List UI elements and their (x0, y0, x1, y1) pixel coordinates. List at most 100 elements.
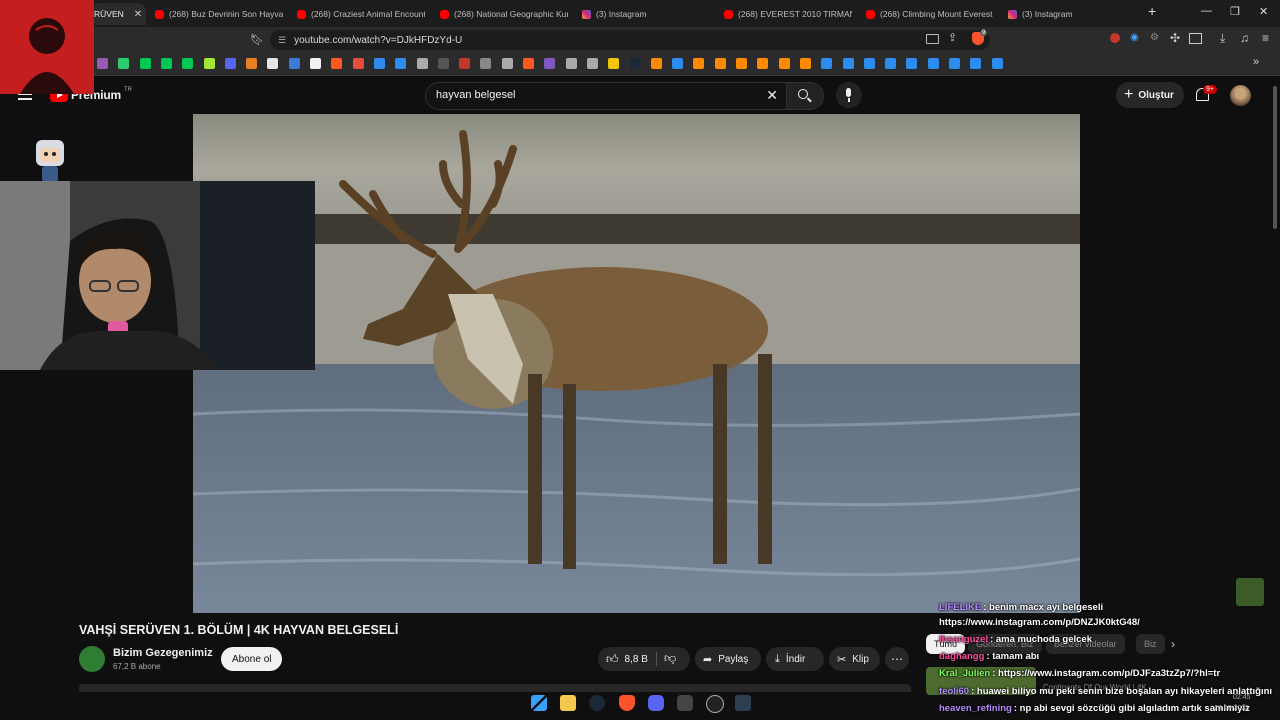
create-button[interactable]: + Oluştur (1116, 82, 1184, 108)
bookmark-favicon-icon[interactable] (906, 58, 918, 69)
bookmark-favicon-icon[interactable] (544, 58, 556, 69)
more-actions-icon[interactable]: ⋯ (885, 647, 909, 671)
tab-instagram[interactable]: (3) Instagram (582, 3, 710, 25)
bookmark-favicon-icon[interactable] (224, 58, 236, 69)
bookmark-favicon-icon[interactable] (139, 58, 151, 69)
subscribe-button[interactable]: Abone ol (221, 647, 283, 671)
bookmark-favicon-icon[interactable] (267, 58, 279, 69)
start-button-icon[interactable] (531, 695, 547, 711)
bookmark-favicon-icon[interactable] (863, 58, 875, 69)
site-settings-icon[interactable]: ☰ (278, 35, 286, 46)
bookmark-favicon-icon[interactable] (842, 58, 854, 69)
tab-youtube[interactable]: (268) EVEREST 2010 TIRMANIŞ (724, 3, 852, 25)
bookmark-favicon-icon[interactable] (459, 58, 471, 69)
cast-icon[interactable] (926, 34, 939, 44)
clear-search-icon[interactable]: ✕ (766, 87, 778, 104)
bookmark-favicon-icon[interactable] (501, 58, 513, 69)
bookmark-favicon-icon[interactable] (714, 58, 726, 69)
bookmark-favicon-icon[interactable] (246, 58, 258, 69)
bookmark-favicon-icon[interactable] (885, 58, 897, 69)
ublock-icon[interactable] (1110, 33, 1120, 43)
clip-button[interactable]: ✂ Klip (829, 647, 880, 671)
file-explorer-icon[interactable] (560, 695, 576, 711)
close-tab-icon[interactable]: ✕ (134, 9, 142, 20)
bookmark-favicon-icon[interactable] (416, 58, 428, 69)
bookmark-favicon-icon[interactable] (331, 58, 343, 69)
clock-date[interactable]: 28.08.2025 (1214, 705, 1249, 712)
bookmark-favicon-icon[interactable] (203, 58, 215, 69)
bookmark-favicon-icon[interactable] (799, 58, 811, 69)
brave-icon[interactable] (619, 695, 635, 711)
tab-youtube[interactable]: (268) Craziest Animal Encounte (297, 3, 425, 25)
page-scrollbar-thumb[interactable] (1273, 86, 1277, 229)
bookmark-favicon-icon[interactable] (437, 58, 449, 69)
bookmark-favicon-icon[interactable] (352, 58, 364, 69)
extensions-puzzle-icon[interactable]: ✣ (1170, 31, 1180, 45)
close-window-icon[interactable]: ✕ (1259, 5, 1268, 18)
discord-icon[interactable] (648, 695, 664, 711)
maximize-icon[interactable]: ❐ (1230, 5, 1240, 18)
tab-youtube[interactable]: (268) National Geographic Kur (440, 3, 568, 25)
bookmark-favicon-icon[interactable] (608, 58, 620, 69)
translate-icon[interactable]: ◉ (1130, 32, 1139, 43)
bookmark-favicon-icon[interactable] (373, 58, 385, 69)
bookmark-favicon-icon[interactable] (395, 58, 407, 69)
bookmark-favicon-icon[interactable] (586, 58, 598, 69)
chip-more[interactable]: Biz (1136, 634, 1165, 654)
downloads-icon[interactable]: ⤓ (1220, 31, 1225, 46)
steam-icon[interactable] (589, 695, 605, 711)
chips-next-icon[interactable]: › (1171, 637, 1175, 651)
app-icon[interactable] (706, 695, 724, 713)
obs-icon[interactable] (677, 695, 693, 711)
bookmark-favicon-icon[interactable] (565, 58, 577, 69)
tab-instagram[interactable]: (3) Instagram (1008, 3, 1136, 25)
bookmark-favicon-icon[interactable] (480, 58, 492, 69)
bookmark-favicon-icon[interactable] (288, 58, 300, 69)
bookmark-favicon-icon[interactable] (970, 58, 982, 69)
tab-youtube[interactable]: (268) Buz Devrinin Son Hayvan (155, 3, 283, 25)
share-button[interactable]: ➦ Paylaş (695, 647, 761, 671)
menu-icon[interactable]: ≡ (1262, 31, 1269, 45)
bookmarks-overflow-icon[interactable]: » (1253, 56, 1259, 68)
bookmark-favicon-icon[interactable] (757, 58, 769, 69)
bookmark-favicon-icon[interactable] (821, 58, 833, 69)
channel-watermark[interactable] (1236, 578, 1264, 606)
voice-search-button[interactable] (836, 82, 862, 108)
bookmark-favicon-icon[interactable] (736, 58, 747, 69)
tab-active[interactable]: RÜVEN ✕ (92, 3, 146, 25)
media-icon[interactable]: ♫ (1240, 31, 1249, 45)
account-avatar[interactable] (1230, 85, 1251, 106)
bookmark-favicon-icon[interactable] (693, 58, 705, 69)
video-player[interactable] (193, 114, 1080, 613)
bookmark-favicon-icon[interactable] (629, 58, 641, 69)
bookmark-favicon-icon[interactable] (991, 58, 1003, 69)
dislike-icon[interactable]: 👎︎ (664, 651, 676, 666)
like-icon[interactable]: 👍︎ (606, 652, 619, 667)
bookmark-favicon-icon[interactable] (310, 58, 321, 69)
bookmark-favicon-icon[interactable] (118, 58, 130, 69)
share-icon[interactable]: ⇪ (948, 31, 957, 44)
minimize-icon[interactable]: — (1201, 5, 1212, 17)
bookmark-favicon-icon[interactable] (927, 58, 939, 69)
description-box[interactable] (79, 684, 911, 692)
channel-name[interactable]: Bizim Gezegenimiz (113, 647, 213, 659)
bookmark-favicon-icon[interactable] (160, 58, 172, 69)
app-icon[interactable] (735, 695, 751, 711)
tab-youtube[interactable]: (268) Climbing Mount Everest (866, 3, 994, 25)
bookmark-favicon-icon[interactable] (949, 58, 960, 69)
search-input[interactable]: hayvan belgesel ✕ (425, 82, 789, 110)
url-field[interactable]: ☰ youtube.com/watch?v=DJkHFDzYd-U (270, 30, 990, 50)
download-button[interactable]: ⤓ İndir (766, 647, 824, 671)
bookmark-favicon-icon[interactable] (778, 58, 790, 69)
channel-avatar[interactable] (79, 646, 105, 672)
clock-time[interactable]: 02:45 (1233, 694, 1251, 701)
bookmark-page-icon[interactable]: 🔖︎ (250, 33, 264, 46)
bookmark-favicon-icon[interactable] (97, 58, 108, 69)
bookmark-favicon-icon[interactable] (182, 58, 194, 69)
search-button[interactable] (786, 82, 824, 110)
bookmark-favicon-icon[interactable] (650, 58, 662, 69)
like-count[interactable]: 8,8 B (625, 654, 648, 665)
sidebar-icon[interactable] (1189, 33, 1202, 44)
new-tab-icon[interactable]: + (1148, 3, 1156, 19)
extension-icon[interactable]: ⚙ (1150, 32, 1159, 43)
